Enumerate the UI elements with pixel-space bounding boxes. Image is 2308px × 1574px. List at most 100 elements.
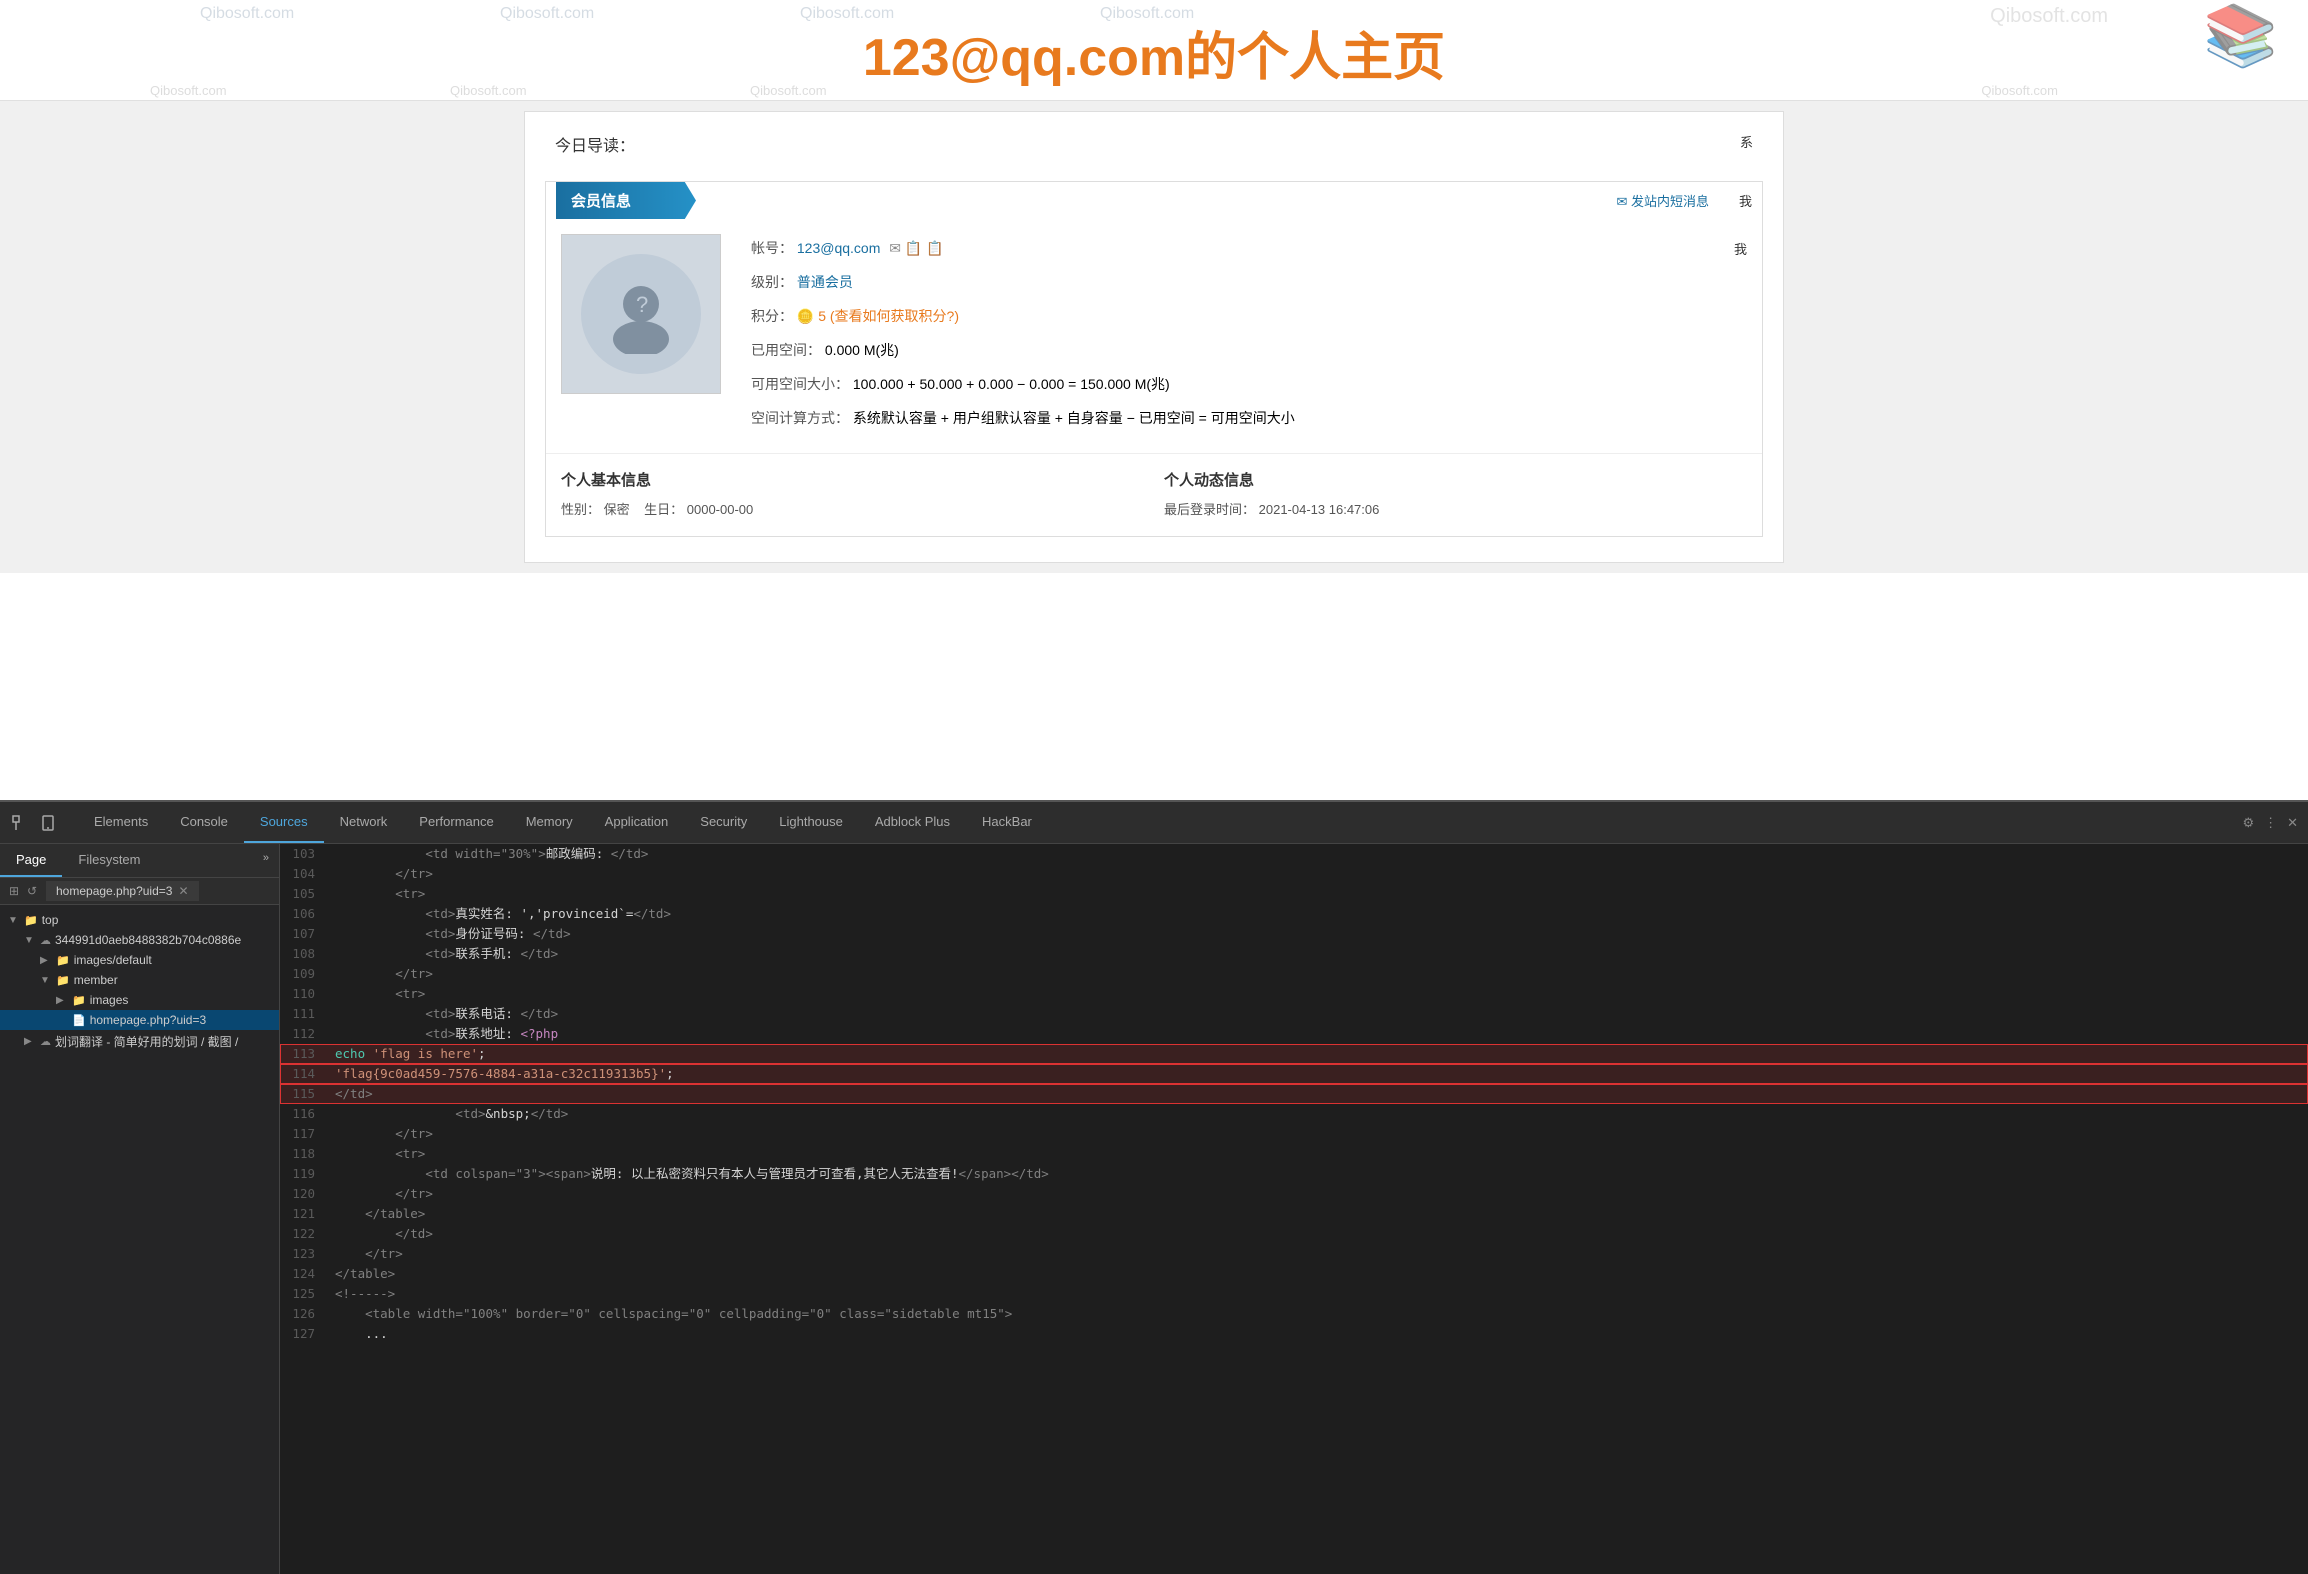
line-content: </tr> [325, 1184, 2308, 1204]
code-line-118: 118 <tr> [280, 1144, 2308, 1164]
line-number: 121 [280, 1204, 325, 1224]
level-link[interactable]: 普通会员 [797, 274, 853, 290]
tab-hackbar[interactable]: HackBar [966, 802, 1048, 843]
mobile-icon[interactable] [38, 813, 58, 833]
left-tab-filesystem[interactable]: Filesystem [62, 844, 156, 877]
left-tab-more[interactable]: » [253, 844, 279, 877]
line-content: <td>联系地址: <?php [325, 1024, 2308, 1044]
line-number: 113 [280, 1044, 325, 1064]
code-line-108: 108 <td>联系手机: </td> [280, 944, 2308, 964]
avail-space-row: 可用空间大小： 100.000 + 50.000 + 0.000 − 0.000… [751, 370, 1704, 398]
tree-item-domain[interactable]: ▼ ☁ 344991d0aeb8488382b704c0886e [0, 930, 279, 950]
member-details: 帐号： 123@qq.com ✉ 📋 📋 级别： 普通会员 积分： 🪙 5 (查… [751, 234, 1704, 438]
code-line-115: 115</td> [280, 1084, 2308, 1104]
code-line-110: 110 <tr> [280, 984, 2308, 1004]
line-content: <!-----> [325, 1284, 2308, 1304]
left-tab-page[interactable]: Page [0, 844, 62, 877]
line-content: <td colspan="3"><span>说明: 以上私密资料只有本人与管理员… [325, 1164, 2308, 1184]
code-line-109: 109 </tr> [280, 964, 2308, 984]
line-number: 107 [280, 924, 325, 944]
line-content: ... [325, 1324, 2308, 1344]
devtools-close-icon[interactable]: ✕ [2287, 815, 2298, 831]
tab-lighthouse[interactable]: Lighthouse [763, 802, 859, 843]
line-content: </table> [325, 1204, 2308, 1224]
tree-item-trans[interactable]: ▶ ☁ 划词翻译 - 简单好用的划词 / 截图 / [0, 1030, 279, 1053]
line-content: 'flag{9c0ad459-7576-4884-a31a-c32c119313… [325, 1064, 2308, 1084]
tree-item-homepage[interactable]: 📄 homepage.php?uid=3 [0, 1010, 279, 1030]
code-editor: 103 <td width="30%">邮政编码: </td>104 </tr>… [280, 844, 2308, 1574]
line-content: </tr> [325, 1124, 2308, 1144]
code-line-104: 104 </tr> [280, 864, 2308, 884]
new-file-icon[interactable]: ⊞ [5, 882, 23, 900]
code-line-123: 123 </tr> [280, 1244, 2308, 1264]
tab-elements[interactable]: Elements [78, 802, 164, 843]
line-number: 116 [280, 1104, 325, 1124]
tab-memory[interactable]: Memory [510, 802, 589, 843]
line-content: <tr> [325, 984, 2308, 1004]
line-number: 125 [280, 1284, 325, 1304]
devtools-toolbar-right: ⚙ ⋮ ✕ [2242, 815, 2298, 831]
right-col: 我 [1734, 234, 1747, 258]
tab-sources[interactable]: Sources [244, 802, 324, 843]
avail-space-value: 100.000 + 50.000 + 0.000 − 0.000 = 150.0… [853, 376, 1170, 392]
refresh-icon[interactable]: ↺ [23, 882, 41, 900]
devtools-icon-group [10, 813, 58, 833]
used-space-row: 已用空间： 0.000 M(兆) [751, 336, 1704, 364]
line-content: <table width="100%" border="0" cellspaci… [325, 1304, 2308, 1324]
line-content: </tr> [325, 964, 2308, 984]
code-line-106: 106 <td>真实姓名: ','provinceid`=</td> [280, 904, 2308, 924]
member-info-header: 会员信息 [556, 182, 696, 219]
line-number: 114 [280, 1064, 325, 1084]
account-link[interactable]: 123@qq.com [797, 240, 880, 256]
line-number: 109 [280, 964, 325, 984]
tab-adblock[interactable]: Adblock Plus [859, 802, 966, 843]
member-info-box: 会员信息 ✉ 发站内短消息 我 [545, 181, 1763, 537]
inspect-icon[interactable] [10, 813, 30, 833]
tab-application[interactable]: Application [589, 802, 685, 843]
tab-security[interactable]: Security [684, 802, 763, 843]
tree-item-top[interactable]: ▼ 📁 top [0, 910, 279, 930]
code-line-112: 112 <td>联系地址: <?php [280, 1024, 2308, 1044]
points-row: 积分： 🪙 5 (查看如何获取积分?) [751, 302, 1704, 330]
today-nav: 今日导读： 系 [545, 122, 1763, 166]
line-number: 115 [280, 1084, 325, 1104]
member-avatar: ? [561, 234, 721, 394]
code-line-119: 119 <td colspan="3"><span>说明: 以上私密资料只有本人… [280, 1164, 2308, 1184]
devtools-toolbar: Elements Console Sources Network Perform… [0, 802, 2308, 844]
devtools-menu-icon[interactable]: ⋮ [2264, 815, 2277, 831]
website-content-bg: 今日导读： 系 会员信息 ✉ 发站内短消息 我 [0, 101, 2308, 573]
file-tree: ▼ 📁 top ▼ ☁ 344991d0aeb8488382b704c0886e… [0, 905, 279, 1574]
code-line-116: 116 <td>&nbsp;</td> [280, 1104, 2308, 1124]
devtools-panel: Elements Console Sources Network Perform… [0, 800, 2308, 1574]
line-number: 120 [280, 1184, 325, 1204]
tree-item-member[interactable]: ▼ 📁 member [0, 970, 279, 990]
line-number: 126 [280, 1304, 325, 1324]
open-file-tab[interactable]: homepage.php?uid=3 ✕ [46, 881, 199, 901]
line-number: 104 [280, 864, 325, 884]
line-number: 108 [280, 944, 325, 964]
code-line-103: 103 <td width="30%">邮政编码: </td> [280, 844, 2308, 864]
devtools-settings-icon[interactable]: ⚙ [2242, 815, 2254, 831]
tab-network[interactable]: Network [324, 802, 404, 843]
tab-console[interactable]: Console [164, 802, 244, 843]
tab-performance[interactable]: Performance [403, 802, 509, 843]
line-content: </tr> [325, 1244, 2308, 1264]
devtools-main: Page Filesystem » ⊞ ↺ homepage.php?uid=3… [0, 844, 2308, 1574]
send-message-btn[interactable]: ✉ 发站内短消息 我 [1616, 191, 1752, 210]
line-number: 106 [280, 904, 325, 924]
line-number: 112 [280, 1024, 325, 1044]
line-number: 111 [280, 1004, 325, 1024]
account-row: 帐号： 123@qq.com ✉ 📋 📋 [751, 234, 1704, 262]
line-content: <td>身份证号码: </td> [325, 924, 2308, 944]
tree-item-images[interactable]: ▶ 📁 images [0, 990, 279, 1010]
points-value: 🪙 5 (查看如何获取积分?) [797, 308, 959, 324]
website-area: Qibosoft.com Qibosoft.com Qibosoft.com Q… [0, 0, 2308, 800]
line-content: </table> [325, 1264, 2308, 1284]
close-file-tab[interactable]: ✕ [178, 884, 188, 898]
line-content: echo 'flag is here'; [325, 1044, 2308, 1064]
tree-item-images-default[interactable]: ▶ 📁 images/default [0, 950, 279, 970]
used-space-value: 0.000 M(兆) [825, 342, 899, 358]
line-number: 105 [280, 884, 325, 904]
line-number: 103 [280, 844, 325, 864]
devtools-left-panel: Page Filesystem » ⊞ ↺ homepage.php?uid=3… [0, 844, 280, 1574]
